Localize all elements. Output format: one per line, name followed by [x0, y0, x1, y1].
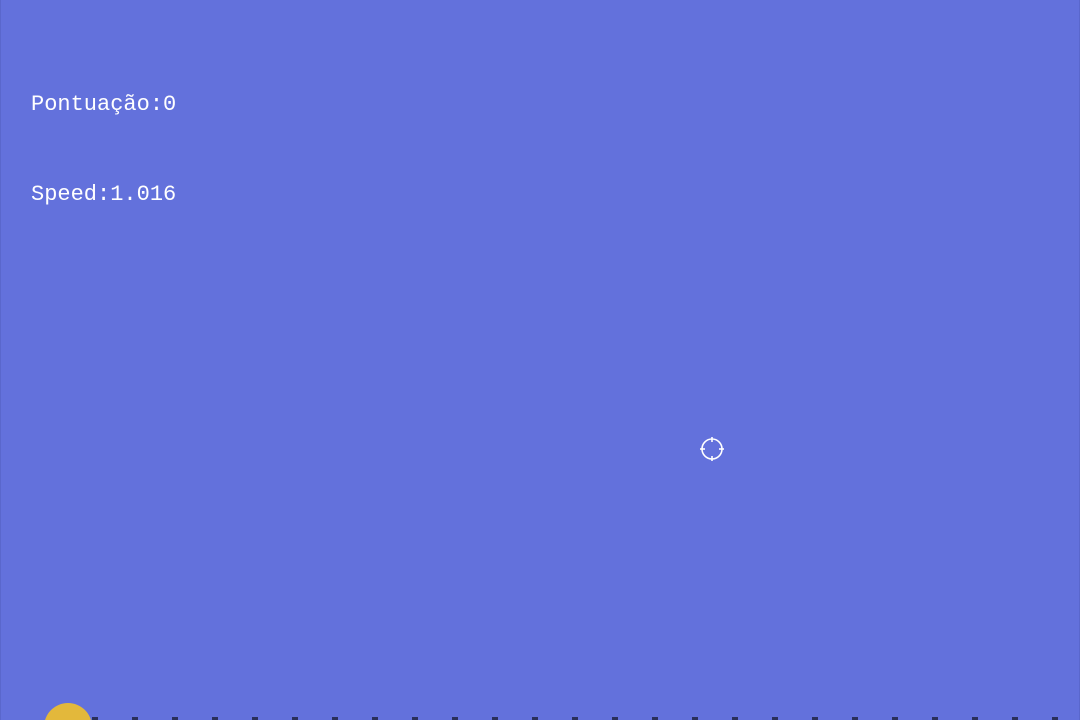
- game-canvas[interactable]: Pontuação:0 Speed:1.016: [0, 0, 1080, 720]
- score-readout: Pontuação:0: [31, 90, 176, 120]
- hud: Pontuação:0 Speed:1.016: [31, 30, 176, 270]
- speed-value: 1.016: [110, 182, 177, 207]
- score-label: Pontuação:: [31, 92, 164, 117]
- player-ball: [44, 703, 92, 720]
- speed-label: Speed:: [31, 182, 111, 207]
- score-value: 0: [163, 92, 177, 117]
- left-edge: [0, 0, 1, 720]
- crosshair-icon: [700, 437, 724, 461]
- speed-readout: Speed:1.016: [31, 180, 176, 210]
